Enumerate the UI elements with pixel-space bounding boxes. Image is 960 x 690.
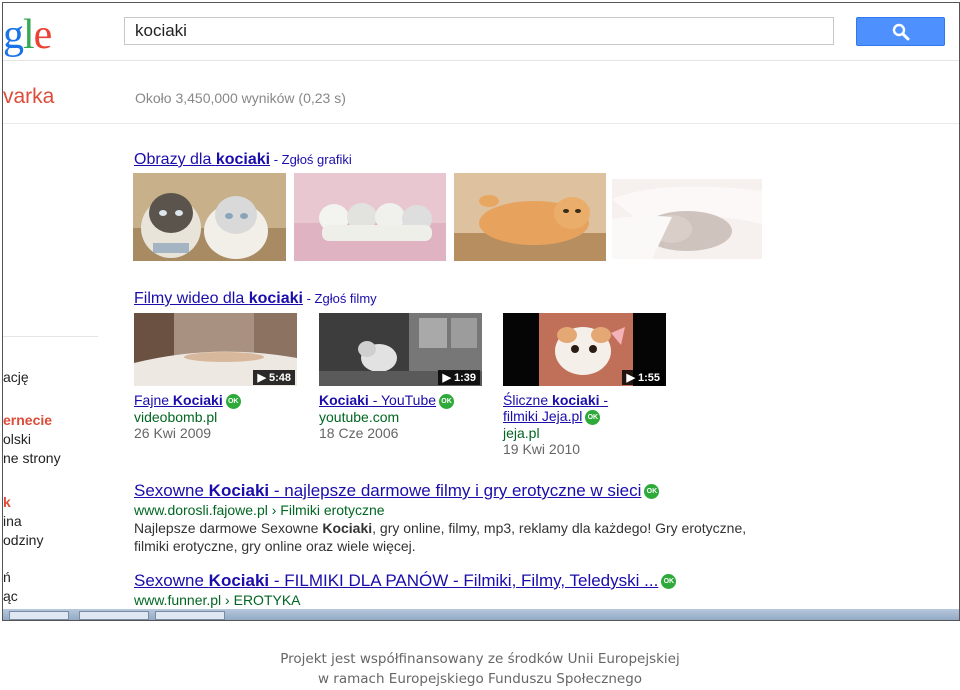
video-duration: ▶ 1:39 [438,370,480,385]
image-thumbnail-blanket[interactable] [612,179,762,259]
footer-line-2: w ramach Europejskiego Funduszu Społeczn… [317,671,643,687]
snippet-part: Najlepsze darmowe Sexowne [134,520,323,536]
video-title-link[interactable]: Fajne Kociaki [134,392,223,408]
sidebar-item-selected[interactable]: k [3,494,11,510]
header-divider [3,60,959,61]
magnifier-icon [892,23,909,40]
video-duration: ▶ 1:55 [622,370,664,385]
video-title-bold: kociaki [552,392,600,408]
video-heading-prefix: Filmy wideo dla [134,290,249,307]
result-title: Sexowne Kociaki - FILMIKI DLA PANÓW - Fi… [134,571,677,591]
sidebar-item[interactable]: ina [3,513,22,529]
video-meta-2: Kociaki - YouTube OK youtube.com 18 Cze 2… [319,392,455,441]
kittens-in-cups-image [133,173,286,261]
result-stats: Około 3,450,000 wyników (0,23 s) [135,90,346,106]
result-title-bold: Kociaki [208,571,270,590]
video-title-link[interactable]: Kociaki - YouTube [319,392,436,408]
taskbar-button[interactable] [9,611,69,620]
orange-kitten-image [454,173,606,261]
video-title-link-line2[interactable]: filmiki Jeja.pl [503,408,582,424]
video-site: videobomb.pl [134,408,218,425]
video-title-bold: Kociaki [319,392,369,408]
result-title-part: Sexowne [134,481,209,500]
taskbar-button[interactable] [155,611,225,620]
video-report-sep: - [302,291,315,306]
browser-screenshot: gle varka Około 3,450,000 wyników (0,23 … [2,2,960,621]
result-title-part: Sexowne [134,571,209,590]
video-date: 19 Kwi 2010 [503,440,581,457]
taskbar-button[interactable] [79,611,149,620]
sidebar-item[interactable]: ń [3,569,11,585]
result-title: Sexowne Kociaki - najlepsze darmowe film… [134,481,784,501]
video-heading-link[interactable]: Filmy wideo dla kociaki [134,290,303,307]
report-videos-link[interactable]: Zgłoś filmy [315,291,377,306]
result-url[interactable]: www.dorosli.fajowe.pl › Filmiki erotyczn… [134,502,784,518]
video-title-part: - [599,392,609,408]
search-result: Sexowne Kociaki - FILMIKI DLA PANÓW - Fi… [134,571,677,608]
ok-badge: OK [661,574,677,590]
image-thumbnail-cups[interactable] [133,173,286,261]
video-duration: ▶ 5:48 [253,370,295,385]
search-button[interactable] [856,17,945,46]
snippet-bold: Kociaki [322,520,373,536]
video-thumbnail-3[interactable]: ▶ 1:55 [503,313,666,386]
result-title-part: - FILMIKI DLA PANÓW - Filmiki, Filmy, Te… [269,571,659,590]
images-heading-link[interactable]: Obrazy dla kociaki [134,151,270,168]
kitten-under-blanket-image [612,179,762,259]
image-thumbnail-litter[interactable] [294,173,446,261]
video-thumbnail-1[interactable]: ▶ 5:48 [134,313,297,386]
sidebar-divider [3,336,98,337]
images-heading-query: kociaki [215,151,271,168]
stats-divider [3,123,959,124]
ok-badge: OK [644,484,660,500]
images-section-heading: Obrazy dla kociaki - Zgłoś grafiki [134,151,352,169]
search-input[interactable] [124,17,834,45]
video-site: jeja.pl [503,424,540,441]
sidebar-item[interactable]: ne strony [3,450,61,466]
images-heading-prefix: Obrazy dla [134,151,216,168]
video-site: youtube.com [319,408,400,425]
result-title-part: - najlepsze darmowe filmy i gry erotyczn… [269,481,642,500]
result-title-link[interactable]: Sexowne Kociaki - FILMIKI DLA PANÓW - Fi… [134,571,658,590]
ok-badge: OK [225,393,241,409]
result-title-link[interactable]: Sexowne Kociaki - najlepsze darmowe film… [134,481,641,500]
video-title-link[interactable]: Śliczne kociaki - [503,392,608,408]
search-result: Sexowne Kociaki - najlepsze darmowe film… [134,481,784,555]
result-url[interactable]: www.funner.pl › EROTYKA [134,592,676,608]
sidebar-item[interactable]: ację [3,369,29,385]
video-title-part: Fajne [134,392,173,408]
video-meta-1: Fajne Kociaki OK videobomb.pl 26 Kwi 2009 [134,392,241,441]
video-heading-query: kociaki [248,290,303,307]
video-title-bold: Kociaki [172,392,223,408]
search-title: varka [3,85,55,108]
images-report-sep: - [270,152,282,167]
image-thumbnail-orange-kitten[interactable] [454,173,606,261]
ok-badge: OK [585,409,601,425]
report-images-link[interactable]: Zgłoś grafiki [282,152,352,167]
kitten-litter-image [294,173,446,261]
video-section-heading: Filmy wideo dla kociaki - Zgłoś filmy [134,290,377,308]
sidebar-item[interactable]: olski [3,431,31,447]
sidebar-item-selected[interactable]: ernecie [3,412,52,428]
ok-badge: OK [439,393,455,409]
video-title-part: - YouTube [368,392,437,408]
google-logo[interactable]: gle [3,14,52,56]
result-snippet: Najlepsze darmowe Sexowne Kociaki, gry o… [134,519,784,555]
sidebar-item[interactable]: odziny [3,532,43,548]
video-title-part: Śliczne [503,392,553,408]
footer-line-1: Projekt jest współfinansowany ze środków… [280,651,680,667]
result-title-bold: Kociaki [208,481,270,500]
sidebar-item[interactable]: ąc [3,588,18,604]
video-date: 26 Kwi 2009 [134,424,212,441]
video-date: 18 Cze 2006 [319,424,399,441]
video-meta-3: Śliczne kociaki - filmiki Jeja.pl OK jeja… [503,392,608,457]
video-thumbnail-2[interactable]: ▶ 1:39 [319,313,482,386]
